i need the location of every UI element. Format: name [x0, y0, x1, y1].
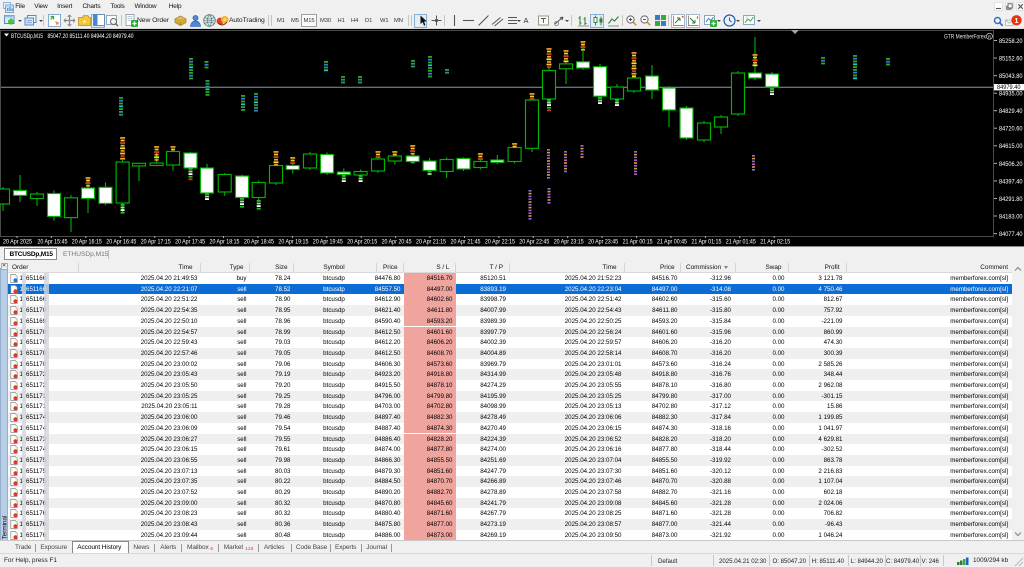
svg-text:20 Apr 20:15: 20 Apr 20:15 — [347, 239, 377, 246]
svg-text:84935.00: 84935.00 — [999, 91, 1023, 98]
svg-text:84397.40: 84397.40 — [999, 178, 1023, 185]
svg-text:85047.20 85111.40 84944.20 849: 85047.20 85111.40 84944.20 84979.40 — [48, 33, 134, 40]
svg-text:20 Apr 21:45: 20 Apr 21:45 — [451, 239, 481, 246]
svg-text:20 Apr 18:15: 20 Apr 18:15 — [210, 239, 240, 246]
svg-text:20 Apr 15:45: 20 Apr 15:45 — [37, 239, 67, 246]
svg-text:BTCUSDp,M15: BTCUSDp,M15 — [11, 33, 43, 40]
svg-text:21 Apr 00:15: 21 Apr 00:15 — [623, 239, 653, 246]
svg-text:84615.00: 84615.00 — [999, 143, 1023, 150]
svg-text:20 Apr 23:15: 20 Apr 23:15 — [554, 239, 584, 246]
svg-text:21 Apr 01:45: 21 Apr 01:45 — [726, 239, 756, 246]
svg-text:85258.20: 85258.20 — [999, 38, 1023, 45]
svg-text:84979.40: 84979.40 — [997, 84, 1021, 91]
svg-text:20 Apr 16:45: 20 Apr 16:45 — [106, 239, 136, 246]
svg-text:20 Apr 23:45: 20 Apr 23:45 — [588, 239, 618, 246]
svg-text:21 Apr 01:15: 21 Apr 01:15 — [691, 239, 721, 246]
svg-text:21 Apr 02:15: 21 Apr 02:15 — [760, 239, 790, 246]
svg-text:84720.60: 84720.60 — [999, 126, 1023, 133]
svg-text:20 Apr 19:15: 20 Apr 19:15 — [278, 239, 308, 246]
svg-text:20 Apr 18:45: 20 Apr 18:45 — [244, 239, 274, 246]
svg-text:GTR MemberForex: GTR MemberForex — [944, 34, 987, 41]
svg-text:84183.00: 84183.00 — [999, 213, 1023, 220]
svg-text:85152.60: 85152.60 — [999, 55, 1023, 62]
svg-text:21 Apr 00:45: 21 Apr 00:45 — [657, 239, 687, 246]
svg-text:85043.80: 85043.80 — [999, 73, 1023, 80]
svg-text:84291.80: 84291.80 — [999, 196, 1023, 203]
svg-text:84829.40: 84829.40 — [999, 108, 1023, 115]
svg-text:20 Apr 17:45: 20 Apr 17:45 — [175, 239, 205, 246]
svg-text:20 Apr 19:45: 20 Apr 19:45 — [313, 239, 343, 246]
svg-text:20 Apr 20:45: 20 Apr 20:45 — [382, 239, 412, 246]
svg-text:84077.40: 84077.40 — [999, 231, 1023, 238]
svg-text:20 Apr 17:15: 20 Apr 17:15 — [141, 239, 171, 246]
svg-text:20 Apr 21:15: 20 Apr 21:15 — [416, 239, 446, 246]
svg-text:84506.20: 84506.20 — [999, 161, 1023, 168]
svg-text:20 Apr 22:15: 20 Apr 22:15 — [485, 239, 515, 246]
svg-text:20 Apr 22:45: 20 Apr 22:45 — [519, 239, 549, 246]
svg-text:20 Apr 2025: 20 Apr 2025 — [3, 239, 32, 246]
svg-text:1: 1 — [1015, 18, 1019, 25]
svg-text:20 Apr 16:15: 20 Apr 16:15 — [72, 239, 102, 246]
